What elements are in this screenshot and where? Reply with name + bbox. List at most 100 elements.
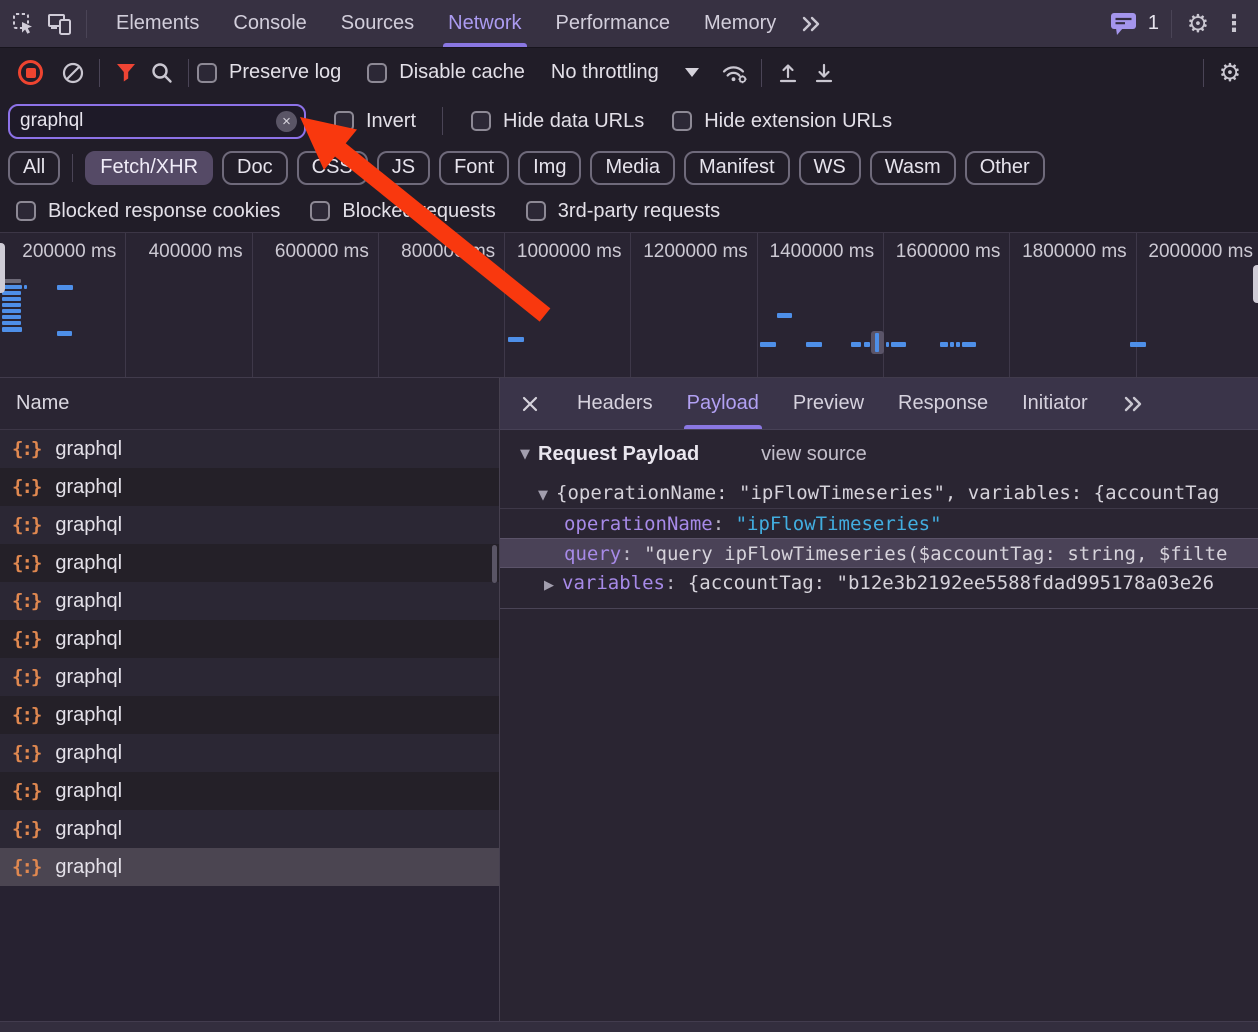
device-toolbar-icon[interactable] [42, 6, 78, 42]
requests-scrollbar-thumb[interactable] [492, 545, 497, 583]
request-timeline-bar [57, 331, 72, 336]
tab-memory[interactable]: Memory [687, 0, 793, 47]
collapse-triangle-icon[interactable]: ▼ [538, 488, 548, 503]
tab-elements[interactable]: Elements [99, 0, 216, 47]
third-party-label[interactable]: 3rd-party requests [558, 200, 720, 223]
chip-css[interactable]: CSS [296, 150, 368, 185]
issues-count[interactable]: 1 [1148, 12, 1159, 35]
invert-label[interactable]: Invert [366, 110, 416, 133]
timeline-left-handle[interactable] [0, 243, 5, 293]
hide-extension-urls-label[interactable]: Hide extension URLs [704, 110, 892, 133]
hide-data-urls-checkbox[interactable] [471, 111, 492, 131]
filter-input[interactable] [10, 110, 304, 132]
expand-triangle-icon[interactable]: ▶ [544, 578, 554, 593]
settings-gear-icon[interactable]: ⚙ [1180, 6, 1216, 42]
details-tab-response[interactable]: Response [881, 378, 1005, 429]
name-column-header[interactable]: Name [0, 378, 499, 430]
table-row[interactable]: {:} graphql [0, 848, 499, 886]
clear-network-log-icon[interactable] [55, 55, 91, 91]
request-name: graphql [55, 703, 123, 726]
chip-js[interactable]: JS [376, 150, 431, 185]
inspect-element-icon[interactable] [6, 6, 42, 42]
toolbar-divider [99, 58, 100, 87]
payload-colon: : [664, 572, 688, 594]
chip-all[interactable]: All [8, 150, 61, 185]
table-row[interactable]: {:} graphql [0, 468, 499, 506]
hide-extension-urls-checkbox[interactable] [672, 111, 693, 131]
request-timeline-bar [950, 342, 954, 347]
payload-root-line[interactable]: ▼ {operationName: "ipFlowTimeseries", var… [500, 478, 1258, 508]
table-row[interactable]: {:} graphql [0, 772, 499, 810]
filter-funnel-icon[interactable] [108, 55, 144, 91]
chip-ws[interactable]: WS [798, 150, 861, 185]
throttling-dropdown[interactable]: No throttling [551, 61, 699, 84]
kebab-menu-icon[interactable]: ⋮ [1216, 6, 1252, 42]
request-timeline-bar [2, 291, 21, 295]
payload-entry-operationName[interactable]: operationName: "ipFlowTimeseries" [500, 508, 1258, 538]
hide-data-urls-label[interactable]: Hide data URLs [503, 110, 644, 133]
clear-filter-icon[interactable]: × [276, 110, 297, 132]
blocked-requests-checkbox[interactable] [310, 201, 331, 221]
chip-other[interactable]: Other [964, 150, 1045, 185]
network-settings-gear-icon[interactable]: ⚙ [1212, 55, 1248, 91]
tab-console[interactable]: Console [216, 0, 323, 47]
view-source-link[interactable]: view source [761, 443, 867, 466]
collapse-triangle-icon[interactable]: ▼ [520, 447, 530, 462]
payload-entry-query[interactable]: query: "query ipFlowTimeseries($accountT… [500, 538, 1258, 568]
invert-checkbox[interactable] [334, 111, 354, 131]
close-details-icon[interactable] [500, 394, 560, 414]
chip-fetch-xhr[interactable]: Fetch/XHR [85, 150, 214, 185]
table-row[interactable]: {:} graphql [0, 582, 499, 620]
network-main-area: Name {:} graphql {:} graphql {:} graphql {:} gr… [0, 378, 1258, 1032]
table-row[interactable]: {:} graphql [0, 544, 499, 582]
tab-network[interactable]: Network [431, 0, 538, 47]
filter-row: × Invert Hide data URLs Hide extension U… [0, 97, 1258, 145]
record-network-log-button[interactable] [18, 60, 43, 85]
payload-root-preview: {operationName: "ipFlowTimeseries", vari… [556, 482, 1220, 504]
export-har-icon[interactable] [806, 55, 842, 91]
blocked-cookies-checkbox[interactable] [16, 201, 36, 221]
details-tab-payload[interactable]: Payload [670, 378, 776, 429]
table-row[interactable]: {:} graphql [0, 810, 499, 848]
bottom-scrollbar-strip[interactable] [0, 1021, 1258, 1032]
more-details-tabs-chevron-icon[interactable] [1115, 386, 1151, 422]
issues-message-icon[interactable] [1106, 6, 1142, 42]
disable-cache-checkbox[interactable] [367, 62, 388, 83]
more-tabs-chevron-icon[interactable] [793, 6, 829, 42]
network-overview-timeline[interactable]: 200000 ms 400000 ms 600000 ms 800000 ms 1000… [0, 232, 1258, 378]
disable-cache-label[interactable]: Disable cache [399, 61, 525, 84]
table-row[interactable]: {:} graphql [0, 506, 499, 544]
details-tab-initiator[interactable]: Initiator [1005, 378, 1105, 429]
chip-font[interactable]: Font [439, 150, 510, 185]
chip-doc[interactable]: Doc [222, 150, 288, 185]
payload-entry-variables[interactable]: ▶ variables: {accountTag: "b12e3b2192ee55… [500, 568, 1258, 598]
request-timeline-bar [2, 285, 22, 289]
table-row[interactable]: {:} graphql [0, 734, 499, 772]
table-row[interactable]: {:} graphql [0, 696, 499, 734]
details-tab-headers[interactable]: Headers [560, 378, 670, 429]
fetch-xhr-type-icon: {:} [12, 552, 42, 574]
throttling-value[interactable]: No throttling [551, 61, 659, 84]
chip-img[interactable]: Img [518, 150, 582, 185]
import-har-icon[interactable] [770, 55, 806, 91]
search-icon[interactable] [144, 55, 180, 91]
chip-wasm[interactable]: Wasm [869, 150, 956, 185]
blocked-requests-label[interactable]: Blocked requests [342, 200, 495, 223]
table-row[interactable]: {:} graphql [0, 658, 499, 696]
table-row[interactable]: {:} graphql [0, 620, 499, 658]
blocked-cookies-label[interactable]: Blocked response cookies [48, 200, 280, 223]
timeline-right-handle[interactable] [1253, 265, 1258, 303]
preserve-log-checkbox[interactable] [197, 62, 217, 83]
tab-performance[interactable]: Performance [539, 0, 688, 47]
selected-request-marker [871, 331, 884, 354]
fetch-xhr-type-icon: {:} [12, 666, 42, 688]
chip-manifest[interactable]: Manifest [683, 150, 790, 185]
details-tab-preview[interactable]: Preview [776, 378, 881, 429]
third-party-checkbox[interactable] [525, 201, 546, 221]
fetch-xhr-type-icon: {:} [12, 704, 42, 726]
preserve-log-label[interactable]: Preserve log [229, 61, 341, 84]
chip-media[interactable]: Media [590, 150, 675, 185]
tab-sources[interactable]: Sources [324, 0, 431, 47]
table-row[interactable]: {:} graphql [0, 430, 499, 468]
network-conditions-icon[interactable] [717, 55, 753, 91]
